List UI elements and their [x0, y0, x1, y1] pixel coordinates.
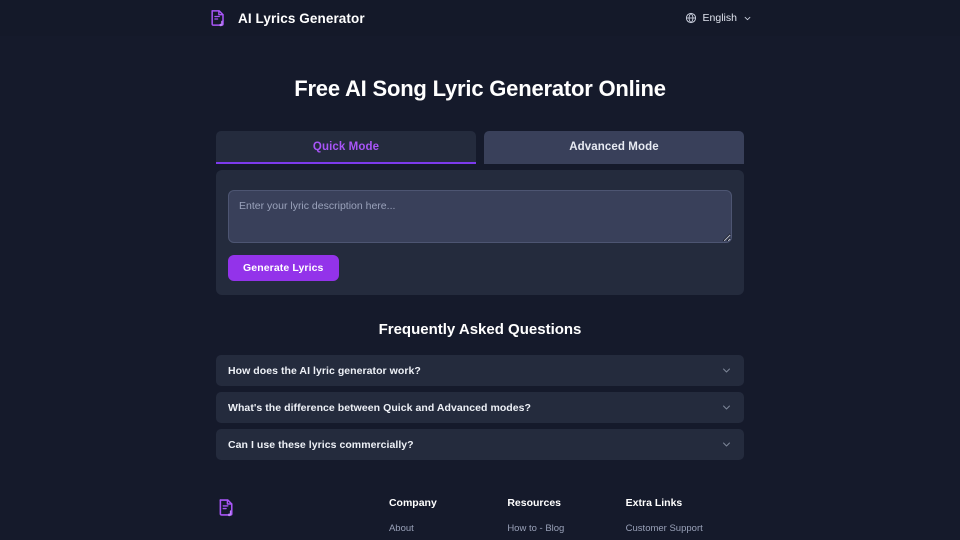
faq-question: Can I use these lyrics commercially? [228, 438, 414, 451]
lyrics-document-music-icon [208, 8, 228, 28]
tab-quick-mode[interactable]: Quick Mode [216, 131, 476, 164]
chevron-down-icon [743, 14, 752, 23]
site-header: AI Lyrics Generator English [0, 0, 960, 36]
tab-advanced-mode[interactable]: Advanced Mode [484, 131, 744, 164]
site-footer: Free AI Song Lyric Generator Online Comp… [0, 497, 960, 540]
page-title: Free AI Song Lyric Generator Online [294, 76, 666, 101]
footer-column-heading: Company [388, 497, 437, 509]
footer-brand: Free AI Song Lyric Generator Online [216, 497, 389, 540]
chevron-down-icon[interactable] [721, 365, 732, 376]
footer-column-heading: Resources [507, 497, 562, 509]
faq-section-title: Frequently Asked Questions [378, 321, 582, 338]
brand-name: AI Lyrics Generator [238, 10, 365, 26]
generator-card: Generate Lyrics [216, 170, 744, 295]
faq-item[interactable]: Can I use these lyrics commercially? [216, 429, 744, 460]
tab-quick-mode-label: Quick Mode [312, 140, 380, 153]
language-switcher[interactable]: English [685, 12, 752, 24]
faq-question: What's the difference between Quick and … [228, 401, 532, 414]
footer-column-extra-links: Extra Links Customer Support Delivery De… [626, 497, 744, 540]
footer-column-heading: Extra Links [625, 497, 683, 509]
faq-list: How does the AI lyric generator work? Wh… [216, 355, 744, 460]
main-content: Free AI Song Lyric Generator Online Quic… [0, 76, 960, 460]
faq-item[interactable]: What's the difference between Quick and … [216, 392, 744, 423]
footer-link-customer-support[interactable]: Customer Support [626, 523, 744, 534]
lyric-description-input[interactable] [228, 190, 732, 243]
footer-column-resources: Resources How to - Blog YouTube Playlist [507, 497, 625, 540]
lyrics-document-music-icon [216, 497, 389, 518]
tab-advanced-mode-label: Advanced Mode [569, 140, 659, 153]
faq-item[interactable]: How does the AI lyric generator work? [216, 355, 744, 386]
globe-icon [685, 12, 697, 24]
faq-question: How does the AI lyric generator work? [228, 364, 421, 377]
language-label: English [702, 12, 737, 24]
brand-logo-link[interactable]: AI Lyrics Generator [208, 8, 365, 28]
chevron-down-icon[interactable] [721, 402, 732, 413]
mode-tabs: Quick Mode Advanced Mode [216, 131, 744, 164]
footer-link-how-to-blog[interactable]: How to - Blog [507, 523, 625, 534]
chevron-down-icon[interactable] [721, 439, 732, 450]
footer-link-about[interactable]: About [389, 523, 507, 534]
generate-lyrics-button[interactable]: Generate Lyrics [228, 255, 339, 281]
footer-column-company: Company About Features [389, 497, 507, 540]
